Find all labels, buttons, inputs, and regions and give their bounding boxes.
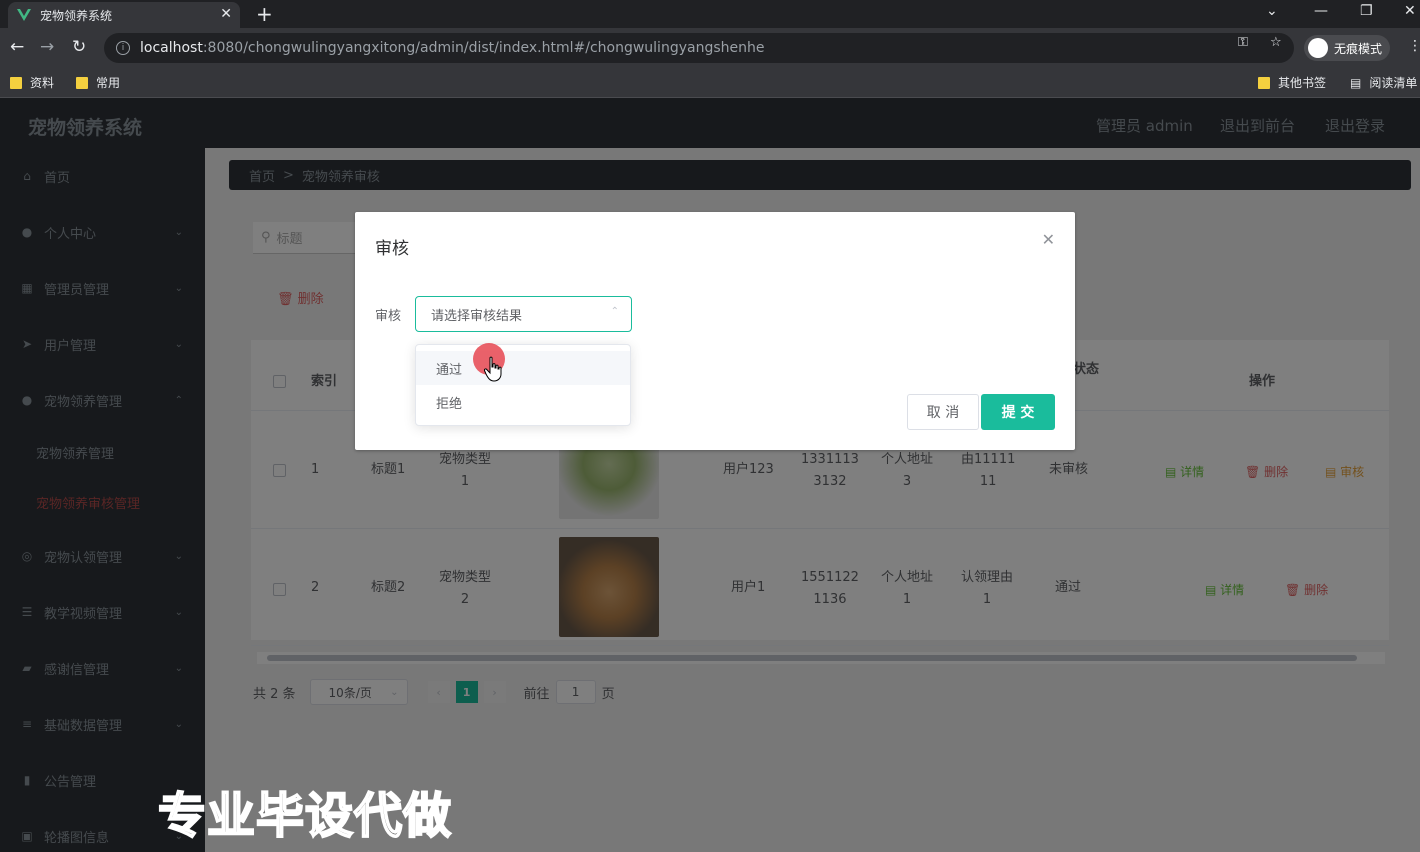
audit-field-label: 审核 [375,309,402,324]
reading-list-icon: ▤ [1350,75,1362,90]
submit-button[interactable]: 提 交 [981,394,1055,430]
chevron-up-icon: ⌃ [610,306,619,317]
minimize-icon[interactable]: — [1314,3,1328,19]
new-tab-icon[interactable]: + [256,2,273,26]
browser-toolbar: ← → ↻ i localhost:8080/chongwulingyangxi… [0,28,1420,68]
url-path: :8080/chongwulingyangxitong/admin/dist/i… [202,40,765,56]
cancel-button[interactable]: 取 消 [907,394,979,430]
dialog-title: 审核 [375,239,409,259]
incognito-badge[interactable]: 无痕模式 [1304,35,1391,61]
option-reject[interactable]: 拒绝 [416,385,630,419]
incognito-label: 无痕模式 [1334,41,1383,56]
watermark-text: 专业毕设代做 [157,787,453,845]
forward-icon[interactable]: → [40,37,54,57]
bookmark-folder[interactable]: 资料 [10,74,54,91]
bookmark-star-icon[interactable]: ☆ [1270,35,1282,50]
vue-logo-icon [17,9,31,21]
bookmark-label: 其他书签 [1278,76,1327,90]
tab-search-icon[interactable]: ⌄ [1266,3,1278,19]
option-approve[interactable]: 通过 [416,351,630,385]
url-host: localhost [140,40,203,56]
reload-icon[interactable]: ↻ [72,37,86,57]
browser-tab[interactable]: 宠物领养系统 ✕ [8,2,240,28]
tab-close-icon[interactable]: ✕ [220,6,232,22]
bookmark-folder[interactable]: 常用 [76,74,120,91]
tab-title: 宠物领养系统 [40,8,113,23]
folder-icon [1258,76,1270,89]
audit-options-dropdown: 通过 拒绝 [415,344,631,426]
bookmark-folder[interactable]: 其他书签 [1258,74,1326,91]
audit-result-select[interactable]: 请选择审核结果 ⌃ [415,296,632,332]
back-icon[interactable]: ← [10,37,24,57]
folder-icon [10,76,22,89]
bookmark-label: 阅读清单 [1369,76,1418,90]
address-bar[interactable]: i localhost:8080/chongwulingyangxitong/a… [104,33,1294,63]
bookmark-label: 常用 [96,76,121,90]
close-icon[interactable]: ✕ [1042,230,1055,249]
close-window-icon[interactable]: ✕ [1404,3,1416,19]
site-info-icon[interactable]: i [116,41,130,55]
browser-menu-icon[interactable]: ⋮ [1408,38,1420,54]
bookmarks-bar: 资料 常用 其他书签 ▤ 阅读清单 [0,68,1420,98]
hand-cursor-icon [484,356,502,382]
folder-icon [76,76,88,89]
select-placeholder: 请选择审核结果 [431,308,523,324]
incognito-icon [1308,38,1328,58]
key-icon[interactable]: ⚿ [1238,35,1248,50]
restore-icon[interactable]: ❐ [1360,3,1373,19]
browser-tabbar: 宠物领养系统 ✕ + ⌄ — ❐ ✕ [0,0,1420,28]
bookmark-label: 资料 [30,76,55,90]
reading-list[interactable]: ▤ 阅读清单 [1350,74,1417,91]
